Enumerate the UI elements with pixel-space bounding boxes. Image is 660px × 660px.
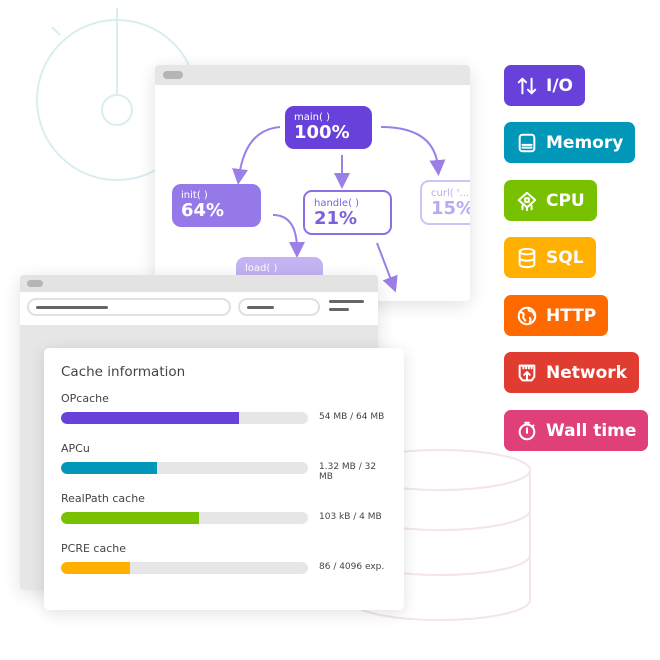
cache-usage-bar [61,412,308,424]
cache-value: 1.32 MB / 32 MB [319,462,377,482]
cache-usage-bar [61,512,308,524]
cache-value: 86 / 4096 exp. [319,562,385,572]
call-node-handle[interactable]: handle( ) 21% [303,190,392,235]
title-bar [20,275,378,292]
stopwatch-icon [518,421,536,440]
panel-title: Cache information [61,364,186,380]
badge-network[interactable]: Network [504,352,639,393]
badge-label: CPU [546,190,585,211]
globe-icon [517,306,537,325]
call-node-curl[interactable]: curl( '...' )15% [420,180,470,225]
call-node-main[interactable]: main( ) 100% [285,106,372,149]
cache-value: 103 kB / 4 MB [319,512,382,522]
badge-sql[interactable]: SQL [504,237,596,278]
memory-icon [518,133,536,152]
cache-usage-fill [61,462,158,474]
database-icon [518,247,536,268]
cache-label: APCu [61,442,90,455]
arrows-up-down-icon [517,77,537,94]
filter-select[interactable] [238,298,320,316]
search-input[interactable] [27,298,231,316]
cache-usage-fill [61,512,200,524]
cache-label: PCRE cache [61,542,126,555]
toolbar [20,292,378,325]
badge-wall-time[interactable]: Wall time [504,410,649,451]
badge-i-o[interactable]: I/O [504,65,585,106]
cache-row: RealPath cache 103 kB / 4 MB [61,492,387,542]
badge-label: Wall time [546,420,637,441]
badge-http[interactable]: HTTP [504,295,609,336]
cache-label: RealPath cache [61,492,145,505]
badge-label: Memory [546,132,624,153]
menu-icon[interactable] [329,300,364,316]
cache-value: 54 MB / 64 MB [319,412,385,422]
cache-usage-fill [61,562,131,574]
badge-memory[interactable]: Memory [504,122,636,163]
cache-row: OPcache 54 MB / 64 MB [61,392,387,442]
cache-usage-fill [61,412,239,424]
cache-usage-bar [61,462,308,474]
cpu-icon [517,191,537,211]
badge-label: Network [546,362,627,383]
badge-cpu[interactable]: CPU [504,180,597,221]
call-node-init[interactable]: init( ) 64% [172,184,261,227]
badge-label: I/O [546,75,573,96]
call-graph-window: main( ) 100% init( ) 64% handle( ) 21% curl… [155,65,470,301]
badge-label: HTTP [546,305,597,326]
badge-label: SQL [546,247,584,268]
cache-usage-bar [61,562,308,574]
cache-label: OPcache [61,392,109,405]
cache-information-panel: Cache information OPcache 54 MB / 64 MB A… [44,348,404,610]
cache-row: PCRE cache 86 / 4096 exp. [61,542,387,592]
window-control[interactable] [27,280,43,287]
network-icon [518,364,536,381]
cache-row: APCu 1.32 MB / 32 MB [61,442,387,492]
